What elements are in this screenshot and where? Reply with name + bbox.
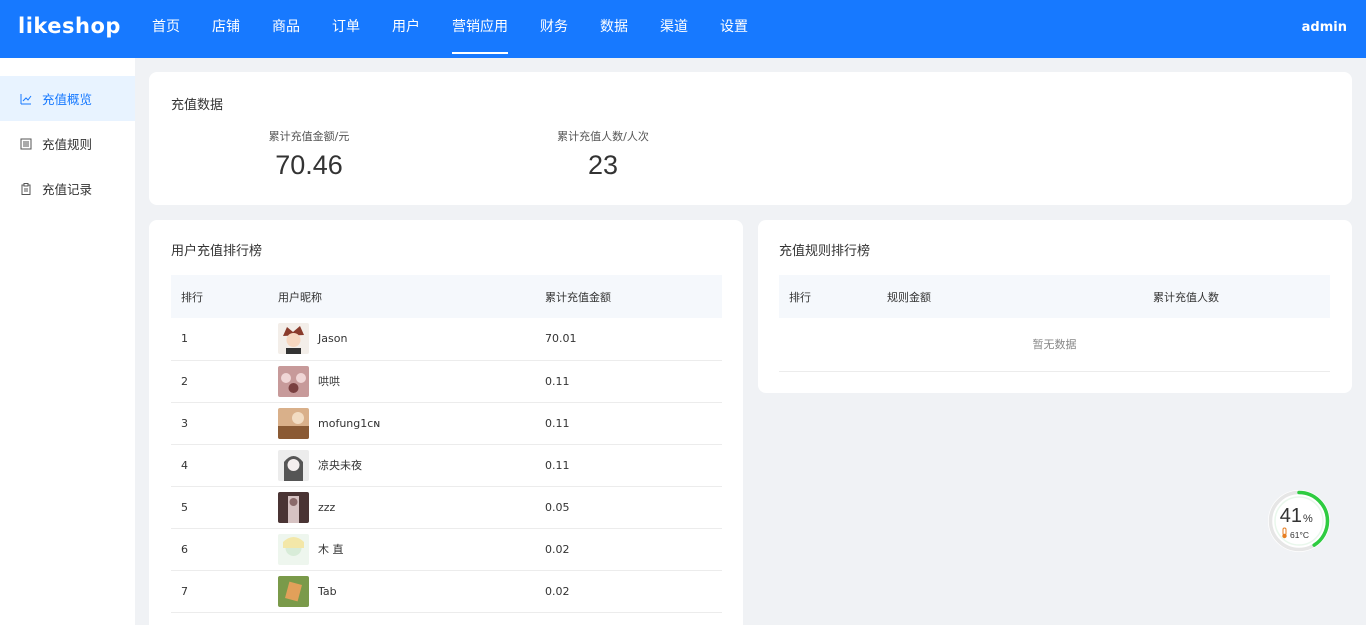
user-name: 木 直 (318, 543, 344, 556)
rank-cell: 6 (171, 528, 278, 571)
avatar (278, 491, 309, 523)
total-users-stat: 累计充值人数/人次 23 (543, 128, 663, 181)
sidebar-item-overview[interactable]: 充值概览 (0, 76, 135, 121)
user-ranking-card: 用户充值排行榜 排行 用户昵称 累计充值金额 1 Jason 70.01 2 哄… (149, 220, 743, 625)
main-nav: 首页 店铺 商品 订单 用户 营销应用 财务 数据 渠道 设置 (152, 0, 780, 58)
chart-line-icon (20, 93, 32, 104)
avatar (278, 407, 309, 439)
user-cell: 木 直 (278, 528, 545, 571)
table-header-row: 排行 用户昵称 累计充值金额 (171, 275, 722, 318)
user-ranking-table: 排行 用户昵称 累计充值金额 1 Jason 70.01 2 哄哄 0.11 3… (171, 275, 722, 613)
nav-settings[interactable]: 设置 (720, 0, 748, 58)
user-name: 凉央未夜 (318, 459, 362, 472)
card-title: 充值规则排行榜 (779, 244, 871, 259)
rule-ranking-table: 排行 规则金额 累计充值人数 暂无数据 (779, 275, 1330, 372)
user-name: Jason (318, 332, 348, 346)
column-header: 排行 (779, 275, 887, 318)
table-header-row: 排行 规则金额 累计充值人数 (779, 275, 1330, 318)
nav-data[interactable]: 数据 (600, 0, 628, 58)
table-row: 2 哄哄 0.11 (171, 360, 722, 403)
user-cell: mofung1ᴄɴ (278, 402, 545, 445)
amount-cell: 0.11 (545, 402, 722, 445)
user-name: 哄哄 (318, 375, 340, 388)
card-title: 充值数据 (171, 98, 224, 113)
user-cell: zzz (278, 486, 545, 529)
avatar (278, 575, 309, 607)
clipboard-icon (21, 182, 31, 195)
stat-label: 累计充值金额/元 (268, 130, 350, 143)
amount-cell: 0.11 (545, 360, 722, 403)
rank-cell: 2 (171, 360, 278, 403)
nav-shop[interactable]: 店铺 (212, 0, 240, 58)
avatar (278, 449, 309, 481)
sidebar-item-label: 充值概览 (42, 92, 93, 107)
table-row: 4 凉央未夜 0.11 (171, 444, 722, 487)
sidebar-item-records[interactable]: 充值记录 (0, 166, 135, 211)
user-cell: Jason (278, 318, 545, 361)
sidebar-item-label: 充值记录 (42, 182, 93, 197)
sidebar-item-rules[interactable]: 充值规则 (0, 121, 135, 166)
nav-orders[interactable]: 订单 (332, 0, 360, 58)
card-title: 用户充值排行榜 (171, 244, 263, 259)
amount-cell: 0.11 (545, 444, 722, 487)
table-row: 7 Tab 0.02 (171, 570, 722, 613)
logo[interactable]: likeshop (18, 14, 121, 38)
recharge-overview-card: 充值数据 累计充值金额/元 70.46 累计充值人数/人次 23 (149, 72, 1352, 205)
amount-cell: 0.02 (545, 570, 722, 613)
stat-value: 23 (587, 150, 619, 180)
performance-gauge[interactable]: 41 % 61°C (1266, 488, 1332, 554)
user-menu[interactable]: admin (1302, 20, 1347, 35)
user-cell: 哄哄 (278, 360, 545, 403)
nav-marketing[interactable]: 营销应用 (452, 0, 508, 58)
nav-home[interactable]: 首页 (152, 0, 180, 58)
gauge-percent: 41 (1280, 505, 1302, 527)
empty-state: 暂无数据 (779, 318, 1330, 372)
column-header: 规则金额 (887, 275, 1153, 318)
gauge-temperature: 61°C (1290, 530, 1309, 540)
gauge-unit: % (1303, 513, 1313, 525)
column-header: 排行 (171, 275, 278, 318)
user-cell: 凉央未夜 (278, 444, 545, 487)
total-amount-stat: 累计充值金额/元 70.46 (249, 128, 369, 181)
table-row: 3 mofung1ᴄɴ 0.11 (171, 402, 722, 445)
rank-cell: 3 (171, 402, 278, 445)
nav-users[interactable]: 用户 (392, 0, 420, 58)
nav-finance[interactable]: 财务 (540, 0, 568, 58)
column-header: 累计充值金额 (545, 275, 722, 318)
amount-cell: 0.02 (545, 528, 722, 571)
list-icon (20, 138, 32, 149)
rank-cell: 5 (171, 486, 278, 529)
nav-goods[interactable]: 商品 (272, 0, 300, 58)
table-row: 6 木 直 0.02 (171, 528, 722, 571)
gauge-ring: 41 % 61°C (1268, 490, 1330, 552)
user-name: Tab (318, 584, 337, 598)
avatar (278, 365, 309, 397)
table-row: 暂无数据 (779, 318, 1330, 372)
user-name: zzz (318, 500, 336, 514)
top-navbar: likeshop 首页 店铺 商品 订单 用户 营销应用 财务 数据 渠道 设置… (0, 0, 1366, 58)
avatar (278, 533, 309, 565)
user-name: mofung1ᴄɴ (318, 416, 381, 430)
stat-value: 70.46 (275, 150, 343, 180)
rank-cell: 7 (171, 570, 278, 613)
nav-channels[interactable]: 渠道 (660, 0, 688, 58)
rank-cell: 4 (171, 444, 278, 487)
user-cell: Tab (278, 570, 545, 613)
column-header: 累计充值人数 (1153, 275, 1330, 318)
sidebar: 充值概览 充值规则 充值记录 (0, 58, 135, 625)
rank-cell: 1 (171, 318, 278, 361)
table-row: 5 zzz 0.05 (171, 486, 722, 529)
stat-label: 累计充值人数/人次 (557, 130, 649, 143)
table-row: 1 Jason 70.01 (171, 318, 722, 361)
column-header: 用户昵称 (278, 275, 545, 318)
avatar (278, 323, 309, 355)
rule-ranking-card: 充值规则排行榜 排行 规则金额 累计充值人数 暂无数据 (758, 220, 1352, 393)
amount-cell: 0.05 (545, 486, 722, 529)
sidebar-item-label: 充值规则 (42, 137, 93, 152)
amount-cell: 70.01 (545, 318, 722, 361)
